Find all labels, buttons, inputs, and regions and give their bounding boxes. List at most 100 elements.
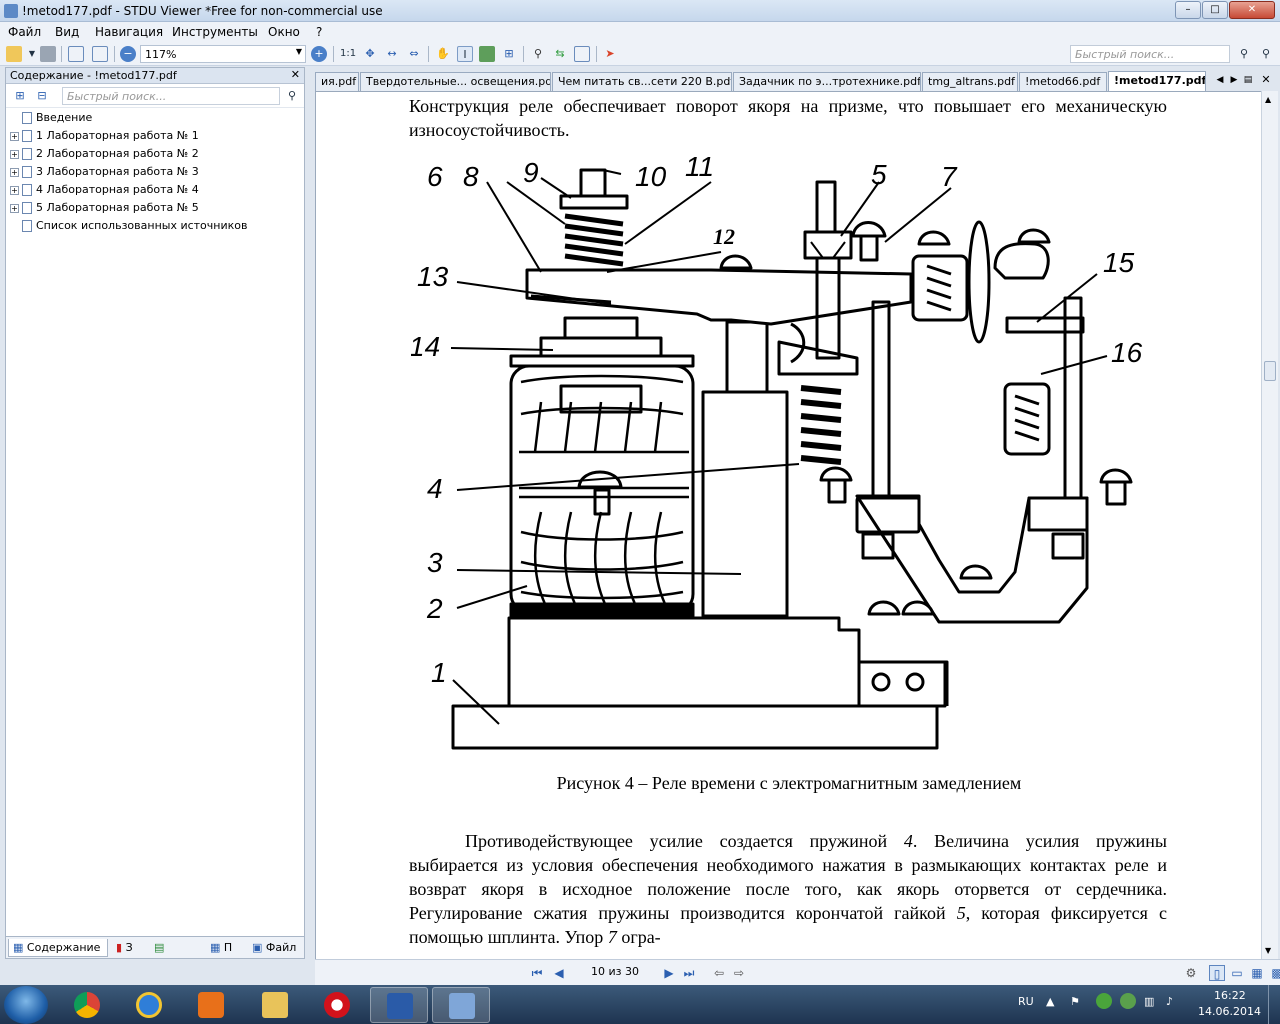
toc-item[interactable]: +2 Лабораторная работа № 2 (10, 145, 199, 163)
folder-icon (262, 992, 288, 1018)
toc-item[interactable]: Введение (10, 109, 92, 127)
actual-size-button[interactable]: 1:1 (340, 46, 356, 62)
word-taskbar-button[interactable] (370, 987, 428, 1023)
first-page-icon[interactable]: ⏮ (529, 965, 545, 981)
expand-icon[interactable]: + (10, 149, 19, 159)
tab-bookmarks[interactable]: ▮ З (112, 939, 146, 957)
pages-icon[interactable] (574, 46, 590, 62)
back-icon[interactable]: ⇦ (711, 965, 727, 981)
text-select-icon[interactable]: I (457, 46, 473, 62)
clock-time[interactable]: 16:22 (1214, 989, 1246, 1002)
expand-all-icon[interactable]: ⊞ (12, 88, 28, 104)
sidebar-search-input[interactable]: Быстрый поиск... (62, 87, 280, 105)
sidebar-close-icon[interactable]: ✕ (291, 68, 300, 81)
app-icon[interactable] (4, 4, 18, 18)
sidebar-search-icon[interactable]: ⚲ (284, 88, 300, 104)
zoom-in-icon[interactable]: + (311, 46, 327, 62)
network-icon[interactable]: ▥ (1144, 995, 1154, 1008)
toc-item[interactable]: +3 Лабораторная работа № 3 (10, 163, 199, 181)
toc-item[interactable]: +1 Лабораторная работа № 1 (10, 127, 199, 145)
doc-tab[interactable]: tmg_altrans.pdf (922, 72, 1018, 91)
save-page-icon[interactable] (68, 46, 84, 62)
fit-width-icon[interactable]: ↔ (384, 46, 400, 62)
start-button[interactable] (4, 986, 48, 1024)
forward-icon[interactable]: ⇨ (731, 965, 747, 981)
expand-icon[interactable]: + (10, 203, 19, 213)
doc-tab[interactable]: Чем питать св...сети 220 В.pdf (552, 72, 732, 91)
bookmark-add-icon[interactable]: ➤ (602, 46, 618, 62)
single-page-icon[interactable]: ▯ (1209, 965, 1225, 981)
search-icon[interactable]: ⚲ (1236, 46, 1252, 62)
maximize-button[interactable]: □ (1202, 1, 1228, 19)
menu-view[interactable]: Вид (55, 25, 79, 39)
scroll-thumb[interactable] (1264, 361, 1276, 381)
toc-item[interactable]: Список использованных источников (10, 217, 247, 235)
zoom-out-icon[interactable]: − (120, 46, 136, 62)
flag-icon[interactable]: ⚑ (1070, 995, 1080, 1008)
menu-help[interactable]: ? (316, 25, 322, 39)
antivirus-icon[interactable] (1120, 993, 1136, 1009)
prev-page-icon[interactable]: ◀ (551, 965, 567, 981)
toc-item[interactable]: +5 Лабораторная работа № 5 (10, 199, 199, 217)
doc-tab[interactable]: Твердотельные... освещения.pdf (360, 72, 551, 91)
tab-thumbnails[interactable]: ▤ (150, 939, 176, 957)
volume-icon[interactable]: ♪ (1166, 995, 1173, 1008)
tab-close-icon[interactable]: ✕ (1258, 72, 1274, 88)
last-page-icon[interactable]: ⏭ (681, 965, 697, 981)
tab-file[interactable]: ▣ Файл (248, 939, 304, 957)
find-icon[interactable]: ⚲ (530, 46, 546, 62)
media-player-taskbar-button[interactable] (182, 987, 240, 1023)
copy-page-icon[interactable] (92, 46, 108, 62)
minimize-button[interactable]: – (1175, 1, 1201, 19)
open-folder-icon[interactable] (6, 46, 22, 62)
expand-icon[interactable]: + (10, 131, 19, 141)
document-view[interactable]: Конструкция реле обеспечивает поворот як… (315, 91, 1261, 959)
explorer-taskbar-button[interactable] (246, 987, 304, 1023)
torrent-icon[interactable] (1096, 993, 1112, 1009)
sync-icon[interactable]: ⇆ (552, 46, 568, 62)
vertical-scrollbar[interactable]: ▲ ▼ (1261, 91, 1278, 959)
doc-tab[interactable]: ия.pdf (315, 72, 359, 91)
tab-contents[interactable]: ▦ Содержание (8, 939, 108, 957)
next-page-icon[interactable]: ▶ (661, 965, 677, 981)
menu-navigation[interactable]: Навигация (95, 25, 163, 39)
show-desktop-button[interactable] (1268, 985, 1280, 1024)
facing-continuous-icon[interactable]: ▩ (1269, 965, 1280, 981)
dropdown-arrow-icon[interactable]: ▼ (24, 46, 40, 62)
menu-file[interactable]: Файл (8, 25, 41, 39)
clock-date[interactable]: 14.06.2014 (1198, 1005, 1261, 1018)
menu-window[interactable]: Окно (268, 25, 300, 39)
collapse-all-icon[interactable]: ⊟ (34, 88, 50, 104)
show-hidden-icon[interactable]: ▲ (1046, 995, 1054, 1008)
image-select-icon[interactable] (479, 46, 495, 62)
stdu-viewer-taskbar-button[interactable] (432, 987, 490, 1023)
ie-taskbar-button[interactable] (120, 987, 178, 1023)
facing-pages-icon[interactable]: ▦ (1249, 965, 1265, 981)
scroll-down-icon[interactable]: ▼ (1265, 946, 1271, 955)
settings-icon[interactable]: ⚙ (1183, 965, 1199, 981)
page-indicator[interactable]: 10 из 30 (591, 965, 639, 978)
search-next-icon[interactable]: ⚲ (1258, 46, 1274, 62)
close-button[interactable]: ✕ (1229, 1, 1275, 19)
quick-search-input[interactable]: Быстрый поиск... (1070, 45, 1230, 63)
scroll-up-icon[interactable]: ▲ (1265, 95, 1271, 104)
hand-tool-icon[interactable]: ✋ (435, 46, 451, 62)
expand-icon[interactable]: + (10, 167, 19, 177)
doc-tab[interactable]: Задачник по э...тротехнике.pdf (733, 72, 921, 91)
zoom-select[interactable]: 117% ▼ (140, 45, 306, 63)
language-indicator[interactable]: RU (1018, 995, 1034, 1008)
menu-tools[interactable]: Инструменты (172, 25, 258, 39)
opera-taskbar-button[interactable] (308, 987, 366, 1023)
fit-page-icon[interactable]: ✥ (362, 46, 378, 62)
doc-tab-active[interactable]: !metod177.pdf (1108, 71, 1206, 91)
chrome-taskbar-button[interactable] (58, 987, 116, 1023)
expand-icon[interactable]: + (10, 185, 19, 195)
toc-item[interactable]: +4 Лабораторная работа № 4 (10, 181, 199, 199)
snapshot-icon[interactable]: ⊞ (501, 46, 517, 62)
continuous-icon[interactable]: ▭ (1229, 965, 1245, 981)
print-icon[interactable] (40, 46, 56, 62)
tab-search[interactable]: ▦ П (206, 939, 242, 957)
fit-visible-icon[interactable]: ⇔ (406, 46, 422, 62)
doc-tab[interactable]: !metod66.pdf (1019, 72, 1107, 91)
tab-list-icon[interactable]: ▤ (1240, 72, 1256, 88)
